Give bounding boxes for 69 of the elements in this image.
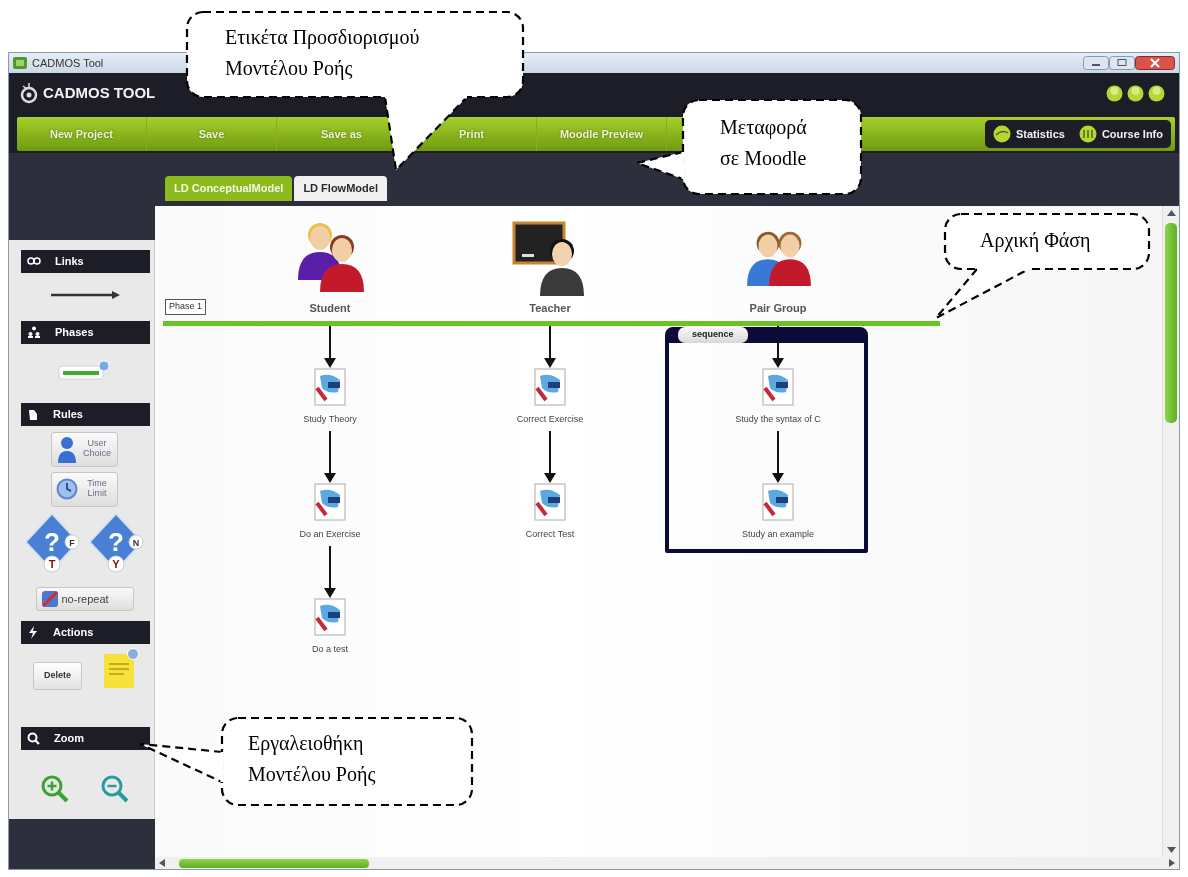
activity-icon[interactable] <box>760 368 796 408</box>
condition-button[interactable]: ? N Y <box>87 511 146 574</box>
activity-label[interactable]: Study an example <box>742 528 814 542</box>
close-icon[interactable] <box>1135 56 1175 70</box>
flow-arrow[interactable] <box>543 431 557 483</box>
activity-label[interactable]: Do an Exercise <box>299 528 361 542</box>
chart-icon <box>992 125 1011 143</box>
window-title: CADMOS Tool <box>32 55 104 71</box>
condition-button[interactable]: ? F T <box>23 511 82 574</box>
callout-text: Ετικέτα Προσδιορισμού Μοντέλου Ροής <box>225 25 420 82</box>
activity-label[interactable]: Do a test <box>312 643 348 657</box>
role-label[interactable]: Teacher <box>529 300 571 317</box>
activity-icon[interactable] <box>760 483 796 523</box>
no-repeat-icon <box>40 588 59 609</box>
callout-text: Μεταφορά σε Moodle <box>720 115 807 171</box>
app-logo: CADMOS TOOL <box>43 82 156 103</box>
group-label[interactable]: sequence <box>678 327 748 343</box>
activity-label[interactable]: Study the syntax of C <box>735 413 821 427</box>
phase-line-icon[interactable] <box>56 359 113 382</box>
delete-button[interactable]: Delete <box>33 661 82 690</box>
lightning-icon <box>27 625 39 639</box>
section-header: Rules <box>21 402 150 426</box>
scrollbar-thumb[interactable] <box>1165 223 1177 423</box>
activity-icon[interactable] <box>312 368 348 408</box>
link-arrow-icon[interactable] <box>48 290 121 299</box>
zoom-in-icon[interactable] <box>39 773 70 804</box>
flow-arrow[interactable] <box>323 326 337 368</box>
callout-text: Αρχική Φάση <box>980 228 1091 254</box>
people-icon <box>27 326 41 339</box>
close-icon[interactable] <box>1148 84 1165 102</box>
role-label[interactable]: Pair Group <box>749 300 807 317</box>
callout-text: Εργαλειοθήκη Μοντέλου Ροής <box>248 731 376 788</box>
maximize-icon[interactable] <box>1109 56 1135 70</box>
tab[interactable]: LD FlowModel <box>294 176 387 201</box>
flow-arrow[interactable] <box>323 546 337 598</box>
person-icon <box>56 435 78 464</box>
rule-button[interactable]: User Choice <box>51 431 118 467</box>
flow-arrow[interactable] <box>543 326 557 368</box>
activity-label[interactable]: Correct Test <box>525 528 575 542</box>
rule-button[interactable]: no-repeat <box>35 586 134 611</box>
activity-icon[interactable] <box>312 483 348 523</box>
rule-button[interactable]: Time Limit <box>51 471 118 507</box>
search-icon <box>27 731 40 745</box>
minimize-icon[interactable] <box>1106 84 1123 102</box>
flow-arrow[interactable] <box>771 431 785 483</box>
zoom-out-icon[interactable] <box>99 773 130 804</box>
role-label[interactable]: Student <box>309 300 351 317</box>
activity-icon[interactable] <box>312 598 348 638</box>
help-icon[interactable] <box>1127 84 1144 102</box>
flow-arrow[interactable] <box>323 431 337 483</box>
section-header: Links <box>21 249 150 273</box>
scrollbar-thumb[interactable] <box>179 858 369 868</box>
section-header: Phases <box>21 320 150 344</box>
activity-label[interactable]: Correct Exercise <box>516 413 584 427</box>
activity-icon[interactable] <box>532 368 568 408</box>
activity-label[interactable]: Study Theory <box>303 413 357 427</box>
grid-icon <box>1078 125 1097 143</box>
clock-icon <box>56 478 78 501</box>
flow-arrow[interactable] <box>771 326 785 368</box>
toolbar-button[interactable]: Statistics <box>992 125 1065 143</box>
toolbar-button[interactable]: Course Info <box>1078 125 1163 143</box>
section-header: Actions <box>21 620 150 644</box>
link-icon <box>27 255 41 268</box>
activity-icon[interactable] <box>532 483 568 523</box>
section-header: Zoom <box>21 726 150 750</box>
app-icon <box>13 57 27 69</box>
logo-icon <box>19 82 39 104</box>
phase-label[interactable]: Phase 1 <box>165 299 207 315</box>
minimize-icon[interactable] <box>1083 56 1109 70</box>
